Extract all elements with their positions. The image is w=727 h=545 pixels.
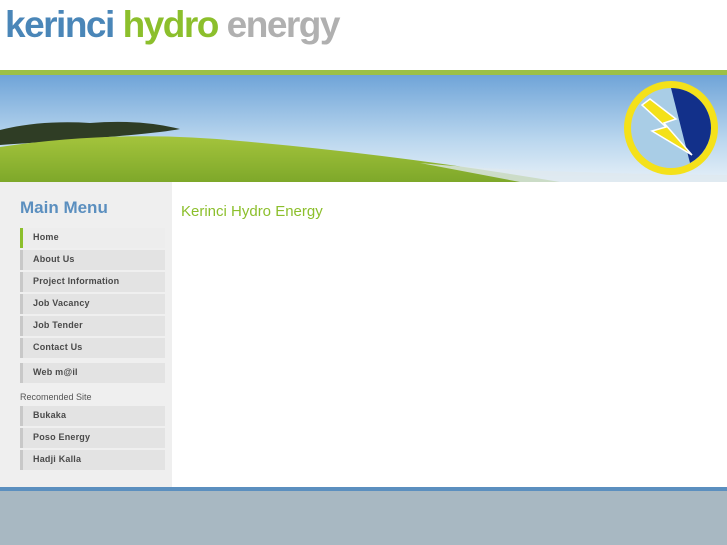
sidebar-item-home[interactable]: Home xyxy=(20,228,165,248)
logo-word-hydro: hydro xyxy=(122,4,220,45)
recommended-link-label: Bukaka xyxy=(33,410,67,420)
sidebar-item-contact-us[interactable]: Contact Us xyxy=(20,338,165,358)
lightning-bolt-logo-icon xyxy=(624,81,718,175)
recommended-link-poso-energy[interactable]: Poso Energy xyxy=(20,428,165,448)
site-header: kerinci hydro energy xyxy=(0,0,727,70)
main-content: Kerinci Hydro Energy xyxy=(172,182,727,487)
recommended-link-bukaka[interactable]: Bukaka xyxy=(20,406,165,426)
sidebar-item-label: Job Tender xyxy=(33,320,83,330)
sidebar-item-job-tender[interactable]: Job Tender xyxy=(20,316,165,336)
sidebar-item-about-us[interactable]: About Us xyxy=(20,250,165,270)
sidebar-item-label: Home xyxy=(33,232,59,242)
logo-word-kerinci: kerinci xyxy=(5,4,115,45)
hero-banner xyxy=(0,75,727,182)
logo-word-energy: energy xyxy=(226,4,341,45)
sidebar-item-label: Web m@il xyxy=(33,367,78,377)
sidebar: Main Menu Home About Us Project Informat… xyxy=(0,182,172,487)
site-footer xyxy=(0,491,727,545)
sidebar-item-project-information[interactable]: Project Information xyxy=(20,272,165,292)
recommended-site-heading: Recomended Site xyxy=(20,392,92,402)
recommended-link-label: Hadji Kalla xyxy=(33,454,82,464)
sidebar-item-label: Contact Us xyxy=(33,342,83,352)
sidebar-item-label: Job Vacancy xyxy=(33,298,90,308)
site-logo[interactable]: kerinci hydro energy xyxy=(5,3,341,47)
recommended-link-label: Poso Energy xyxy=(33,432,91,442)
main-menu-title: Main Menu xyxy=(20,198,108,217)
recommended-link-hadji-kalla[interactable]: Hadji Kalla xyxy=(20,450,165,470)
sidebar-item-web-mail[interactable]: Web m@il xyxy=(20,363,165,383)
sidebar-item-job-vacancy[interactable]: Job Vacancy xyxy=(20,294,165,314)
sidebar-item-label: About Us xyxy=(33,254,75,264)
page-title: Kerinci Hydro Energy xyxy=(181,203,323,220)
sidebar-item-label: Project Information xyxy=(33,276,120,286)
